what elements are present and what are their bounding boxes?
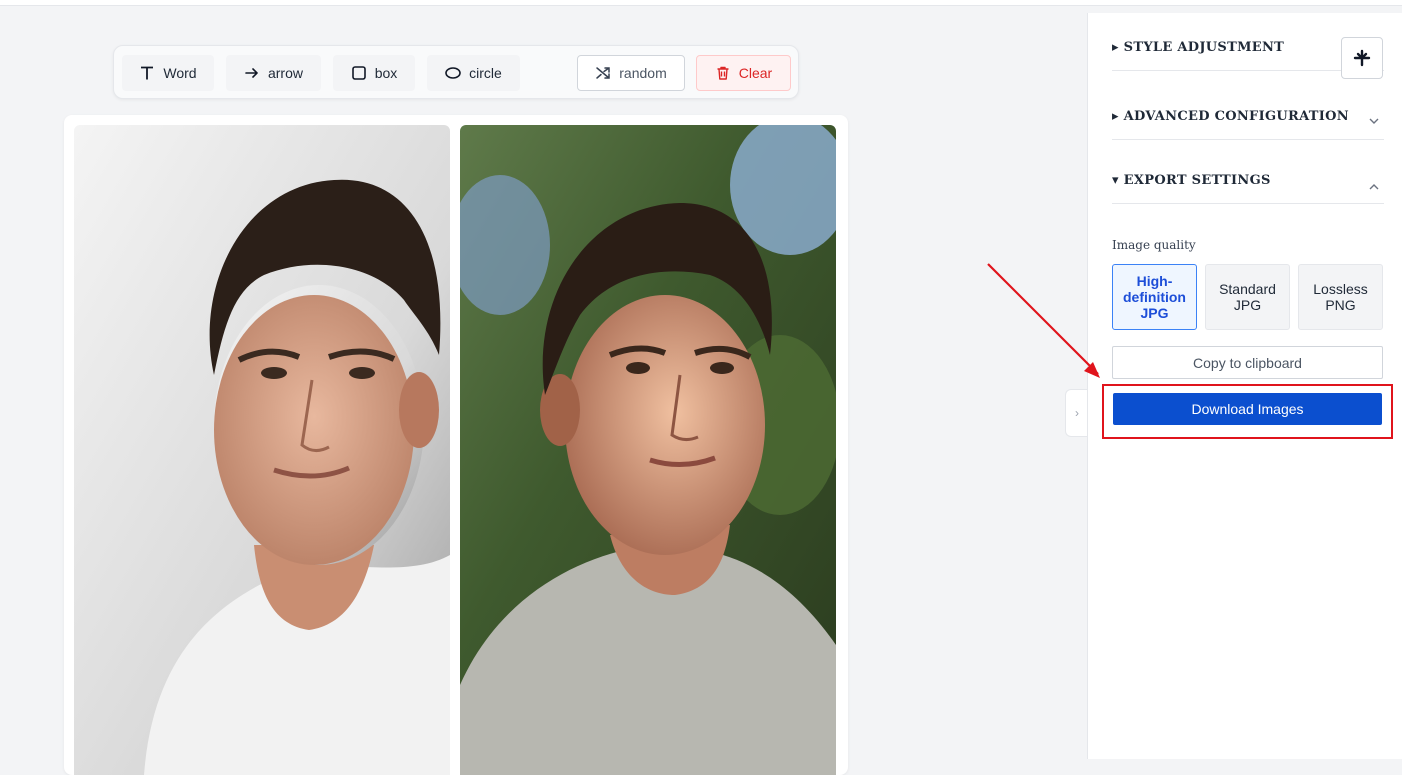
quality-option-standard-jpg[interactable]: Standard JPG (1205, 264, 1290, 330)
pin-button[interactable] (1341, 37, 1383, 79)
ellipse-icon (445, 67, 461, 79)
quality-option-hd-jpg[interactable]: High-definition JPG (1112, 264, 1197, 330)
section-style-adjustment-title: ▸ STYLE ADJUSTMENT (1112, 40, 1285, 55)
section-advanced-configuration[interactable]: ▸ ADVANCED CONFIGURATION (1112, 100, 1384, 140)
pin-icon (1353, 49, 1371, 67)
download-images-button[interactable]: Download Images (1113, 393, 1382, 425)
settings-sidebar: ▸ STYLE ADJUSTMENT ▸ ADVANCED CONFIGURAT… (1087, 13, 1402, 759)
text-icon (141, 66, 154, 80)
image-quality-label: Image quality (1112, 238, 1196, 252)
outdoor-portrait-image (460, 125, 836, 775)
chevron-down-icon (1369, 118, 1379, 124)
random-button[interactable]: random (577, 55, 685, 91)
sidebar-collapse-toggle[interactable]: › (1065, 389, 1088, 437)
word-tool-button[interactable]: Word (122, 55, 214, 91)
section-export-settings-title: ▾ EXPORT SETTINGS (1112, 173, 1271, 188)
top-border (0, 0, 1402, 6)
box-tool-button[interactable]: box (333, 55, 415, 91)
circle-tool-button[interactable]: circle (427, 55, 520, 91)
word-tool-label: Word (163, 65, 197, 81)
random-label: random (619, 65, 667, 81)
chevron-up-icon (1369, 184, 1379, 190)
quality-option-lossless-png[interactable]: Lossless PNG (1298, 264, 1383, 330)
copy-to-clipboard-button[interactable]: Copy to clipboard (1112, 346, 1383, 379)
box-tool-label: box (374, 65, 398, 81)
clear-label: Clear (738, 65, 773, 81)
studio-portrait-image (74, 125, 450, 775)
square-icon (351, 66, 366, 80)
chevron-right-icon: › (1075, 406, 1079, 420)
section-advanced-configuration-title: ▸ ADVANCED CONFIGURATION (1112, 109, 1349, 124)
trash-icon (717, 66, 729, 80)
image-preview-card (64, 115, 848, 775)
arrow-tool-button[interactable]: arrow (226, 55, 321, 91)
clear-button[interactable]: Clear (696, 55, 791, 91)
arrow-right-icon (245, 68, 258, 78)
annotation-toolbar: Word arrow box circle random Clear (113, 45, 799, 99)
shuffle-icon (596, 67, 611, 79)
circle-tool-label: circle (469, 65, 502, 81)
arrow-tool-label: arrow (267, 65, 303, 81)
section-export-settings[interactable]: ▾ EXPORT SETTINGS (1112, 164, 1384, 204)
